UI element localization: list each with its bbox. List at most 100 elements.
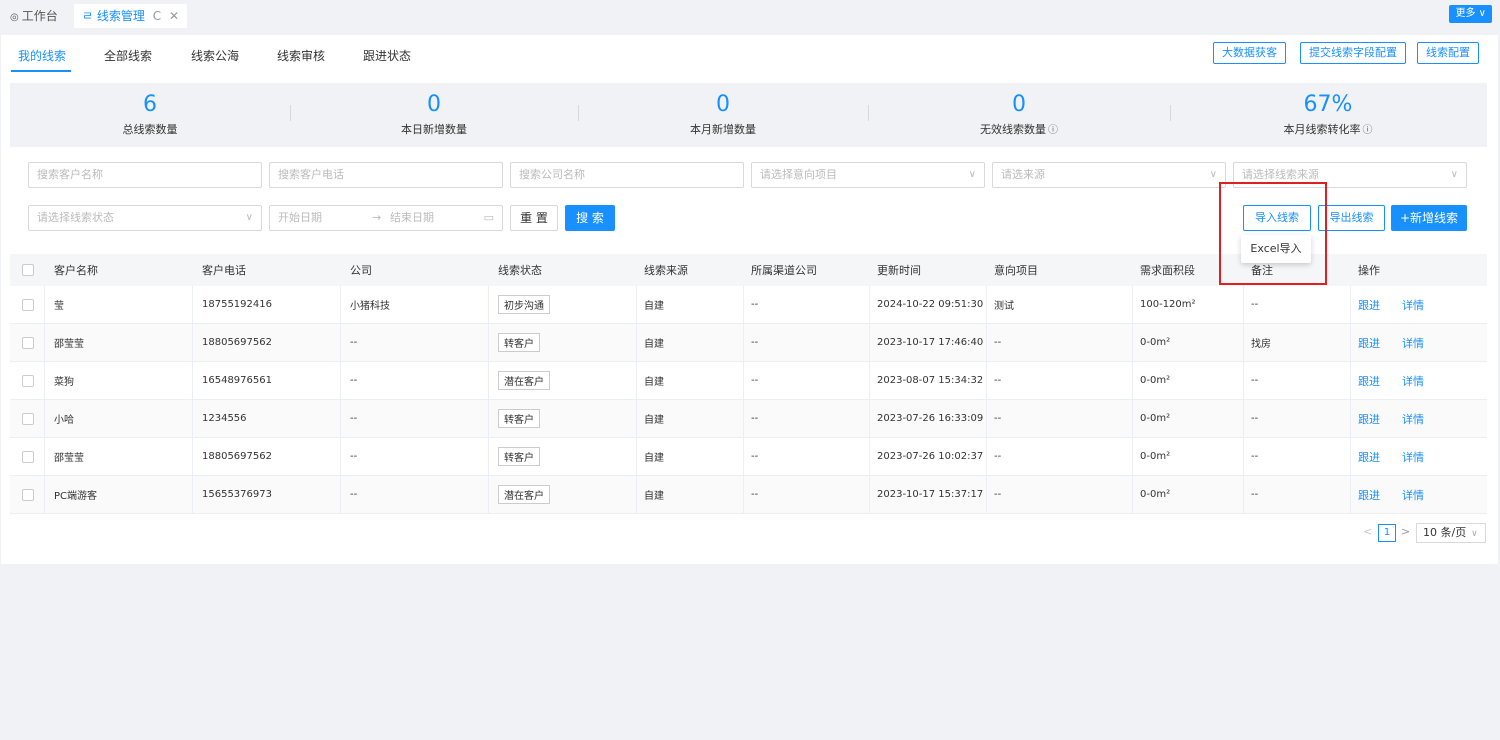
lead-config-button[interactable]: 线索配置	[1417, 42, 1479, 64]
header-updated: 更新时间	[877, 264, 921, 277]
column-divider	[44, 476, 45, 513]
cell-channel: --	[751, 451, 759, 462]
cell-updated: 2023-08-07 15:34:32	[877, 375, 984, 386]
page-size-label: 10 条/页	[1423, 526, 1467, 539]
big-data-button[interactable]: 大数据获客	[1213, 42, 1286, 64]
cell-name: 小哈	[54, 415, 74, 426]
select-all-checkbox[interactable]	[22, 264, 34, 276]
row-checkbox-cell	[14, 400, 44, 437]
next-page-icon[interactable]: >	[1401, 525, 1410, 538]
cell-updated: 2024-10-22 09:51:30	[877, 299, 984, 310]
table-row: 小哈 1234556 -- 转客户 自建 -- 2023-07-26 16:33:09 -- 0…	[10, 400, 1487, 438]
reset-button[interactable]: 重 置	[510, 205, 558, 231]
cell-company: --	[350, 413, 358, 424]
field-config-button[interactable]: 提交线索字段配置	[1300, 42, 1406, 64]
header-name: 客户名称	[54, 264, 98, 277]
more-button[interactable]: 更多 ∨	[1449, 5, 1492, 23]
row-checkbox[interactable]	[22, 450, 34, 463]
row-checkbox[interactable]	[22, 412, 34, 425]
tab-lead-management[interactable]: ㄹ 线索管理 C ✕	[74, 4, 187, 28]
column-divider	[44, 400, 45, 437]
chevron-down-icon: ∨	[1450, 169, 1458, 180]
detail-link[interactable]: 详情	[1402, 373, 1424, 389]
tab-all-leads[interactable]: 全部线索	[104, 47, 152, 64]
help-icon[interactable]: ⓘ	[1048, 125, 1058, 136]
cell-actions: 跟进 详情	[1350, 362, 1480, 399]
row-checkbox-cell	[14, 438, 44, 475]
follow-up-link[interactable]: 跟进	[1358, 373, 1380, 389]
cell-remark: --	[1251, 375, 1259, 386]
row-checkbox[interactable]	[22, 336, 34, 349]
cell-channel: --	[751, 413, 759, 424]
row-checkbox-cell	[14, 476, 44, 513]
page-size-select[interactable]: 10 条/页 ∨	[1416, 523, 1486, 543]
cell-actions: 跟进 详情	[1350, 324, 1480, 361]
cell-channel: --	[751, 489, 759, 500]
select-all-checkbox-cell	[14, 254, 44, 286]
workbench-icon: ◎	[10, 12, 19, 23]
stat-today-value: 0	[427, 92, 441, 117]
tab-lead-pool[interactable]: 线索公海	[191, 47, 239, 64]
source-select[interactable]: 请选来源 ∨	[992, 162, 1226, 188]
stat-today-label: 本日新增数量	[401, 123, 467, 136]
cell-remark: --	[1251, 413, 1259, 424]
tab-lead-label: 线索管理	[96, 9, 145, 23]
stat-divider	[868, 105, 869, 121]
cell-status: 转客户	[490, 438, 640, 475]
cell-project: --	[994, 337, 1002, 348]
cell-remark: --	[1251, 451, 1259, 462]
cell-name: 莹	[54, 301, 64, 312]
follow-up-link[interactable]: 跟进	[1358, 487, 1380, 503]
customer-phone-input[interactable]: 搜索客户电话	[269, 162, 503, 188]
add-lead-button[interactable]: +新增线索	[1391, 205, 1467, 231]
reload-icon[interactable]: C	[153, 9, 161, 23]
help-icon[interactable]: ⓘ	[1363, 125, 1373, 136]
tab-my-leads[interactable]: 我的线索	[18, 47, 66, 64]
tab-follow-status[interactable]: 跟进状态	[363, 47, 411, 64]
row-checkbox[interactable]	[22, 488, 34, 501]
cell-remark: --	[1251, 489, 1259, 500]
stat-total: 6 总线索数量	[10, 93, 290, 137]
cell-phone: 1234556	[202, 413, 247, 424]
customer-name-input[interactable]: 搜索客户名称	[28, 162, 262, 188]
stat-month-value: 0	[716, 92, 730, 117]
company-input[interactable]: 搜索公司名称	[510, 162, 744, 188]
column-divider	[44, 438, 45, 475]
chevron-down-icon: ∨	[1468, 529, 1478, 539]
cell-phone: 15655376973	[202, 489, 272, 500]
cell-updated: 2023-10-17 17:46:40	[877, 337, 984, 348]
cell-company: --	[350, 337, 358, 348]
prev-page-icon[interactable]: <	[1363, 525, 1372, 538]
cell-source: 自建	[644, 491, 664, 502]
detail-link[interactable]: 详情	[1402, 487, 1424, 503]
tab-lead-review[interactable]: 线索审核	[277, 47, 325, 64]
stat-invalid-label-wrap: 无效线索数量 ⓘ	[879, 121, 1159, 137]
stat-conversion: 67% 本月线索转化率 ⓘ	[1188, 93, 1468, 137]
stat-today: 0 本日新增数量	[294, 93, 574, 137]
header-actions: 操作	[1358, 264, 1380, 277]
search-button[interactable]: 搜 索	[565, 205, 615, 231]
stat-invalid-label: 无效线索数量	[980, 123, 1046, 136]
follow-up-link[interactable]: 跟进	[1358, 297, 1380, 313]
detail-link[interactable]: 详情	[1402, 449, 1424, 465]
row-checkbox[interactable]	[22, 298, 34, 311]
cell-source: 自建	[644, 301, 664, 312]
tab-workbench[interactable]: ◎ 工作台	[10, 7, 58, 24]
follow-up-link[interactable]: 跟进	[1358, 449, 1380, 465]
detail-link[interactable]: 详情	[1402, 335, 1424, 351]
status-select[interactable]: 请选择线索状态 ∨	[28, 205, 262, 231]
detail-link[interactable]: 详情	[1402, 411, 1424, 427]
export-leads-button[interactable]: 导出线索	[1318, 205, 1385, 231]
cell-project: 测试	[994, 301, 1014, 312]
row-checkbox[interactable]	[22, 374, 34, 387]
project-select[interactable]: 请选择意向项目 ∨	[751, 162, 985, 188]
close-icon[interactable]: ✕	[169, 9, 179, 23]
detail-link[interactable]: 详情	[1402, 297, 1424, 313]
column-divider	[44, 362, 45, 399]
follow-up-link[interactable]: 跟进	[1358, 335, 1380, 351]
page-number[interactable]: 1	[1378, 524, 1396, 542]
status-tag: 转客户	[498, 447, 540, 466]
follow-up-link[interactable]: 跟进	[1358, 411, 1380, 427]
cell-source: 自建	[644, 377, 664, 388]
date-range-picker[interactable]: 开始日期 → 结束日期 ▭	[269, 205, 503, 231]
